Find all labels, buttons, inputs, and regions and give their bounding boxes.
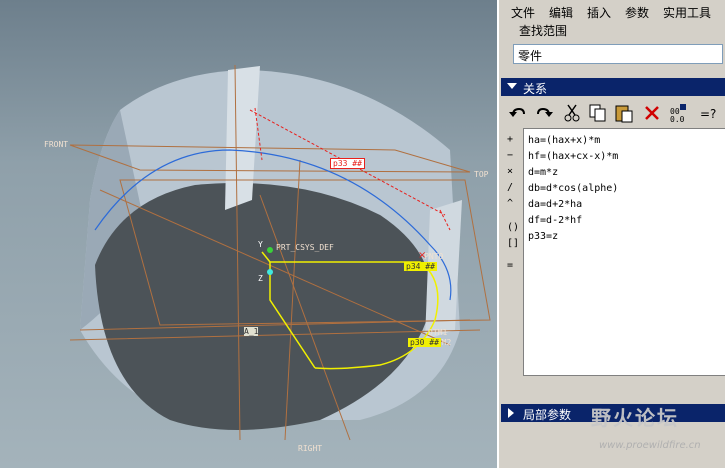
operator-brackets[interactable]: [] [507, 238, 519, 249]
delete-icon[interactable] [641, 102, 663, 124]
relations-toolbar: 00 0.0 =? [503, 100, 725, 128]
svg-text:=?: =? [700, 107, 716, 121]
datum-label-top: TOP [474, 170, 489, 179]
relation-line: hf=(hax+cx-x)*m [528, 151, 619, 162]
local-params-header-label: 局部参数 [523, 408, 572, 422]
relations-header-label: 关系 [523, 82, 548, 96]
dimension-tag-p30[interactable]: p30 ## [408, 338, 441, 347]
menu-bar: 文件 编辑 插入 参数 实用工具 [499, 0, 725, 22]
watermark-url: www.proewildfire.cn [599, 440, 701, 451]
operator-multiply[interactable]: × [507, 166, 513, 177]
datum-label-right: RIGHT [298, 444, 323, 453]
search-scope-label: 查找范围 [519, 24, 568, 38]
point-label-pnt0: PNT0 [424, 252, 444, 261]
relations-editor[interactable]: ha=(hax+x)*m hf=(hax+cx-x)*m d=m*z db=d*… [523, 128, 725, 376]
model-graphics[interactable]: × [0, 0, 497, 468]
svg-text:0.0: 0.0 [670, 115, 685, 124]
redo-icon[interactable] [533, 102, 555, 124]
operator-equals[interactable]: = [507, 260, 513, 271]
relation-line: ha=(hax+x)*m [528, 135, 601, 146]
menu-utilities[interactable]: 实用工具 [663, 4, 711, 21]
datum-label-front: FRONT [44, 140, 69, 149]
dimension-tag-p33[interactable]: p33 ## [330, 158, 365, 169]
csys-axis-y: Y [258, 240, 263, 249]
relation-line: da=d+2*ha [528, 199, 583, 210]
relations-section-header[interactable]: 关系 [501, 78, 725, 96]
collapse-triangle-icon [507, 83, 517, 89]
operator-parentheses[interactable]: () [507, 222, 519, 233]
relation-line: df=d-2*hf [528, 215, 583, 226]
watermark-text: 野火论坛 [591, 406, 679, 430]
search-scope-select[interactable]: 零件 [513, 44, 723, 64]
menu-parameters[interactable]: 参数 [625, 4, 649, 21]
expand-triangle-icon [508, 408, 514, 418]
dimension-tag-p34[interactable]: p34 ## [404, 262, 437, 271]
relations-panel: 文件 编辑 插入 参数 实用工具 查找范围 零件 关系 00 0.0 =? + … [497, 0, 725, 468]
evaluate-icon[interactable]: 00 0.0 [667, 102, 689, 124]
cut-icon[interactable] [561, 102, 583, 124]
operator-power[interactable]: ^ [507, 198, 513, 209]
undo-icon[interactable] [507, 102, 529, 124]
csys-axis-z: Z [258, 274, 263, 283]
datum-label-dtm1: DTM1 [428, 328, 448, 337]
operator-plus[interactable]: + [507, 134, 513, 145]
operator-divide[interactable]: / [507, 182, 513, 193]
copy-icon[interactable] [587, 102, 609, 124]
paste-icon[interactable] [613, 102, 635, 124]
operator-minus[interactable]: − [507, 150, 513, 161]
relation-line: d=m*z [528, 167, 559, 178]
csys-label: PRT_CSYS_DEF [276, 243, 334, 252]
axis-label-a1: A_1 [244, 327, 259, 336]
menu-edit[interactable]: 编辑 [549, 4, 573, 21]
menu-file[interactable]: 文件 [511, 4, 535, 21]
model-viewport[interactable]: × FRONT TOP RIGHT PRT_CSYS_DEF PNT0 DTM1… [0, 0, 497, 468]
relation-line: db=d*cos(alphe) [528, 183, 619, 194]
relation-line: p33=z [528, 231, 559, 242]
show-value-icon[interactable]: =? [699, 102, 721, 124]
menu-insert[interactable]: 插入 [587, 4, 611, 21]
